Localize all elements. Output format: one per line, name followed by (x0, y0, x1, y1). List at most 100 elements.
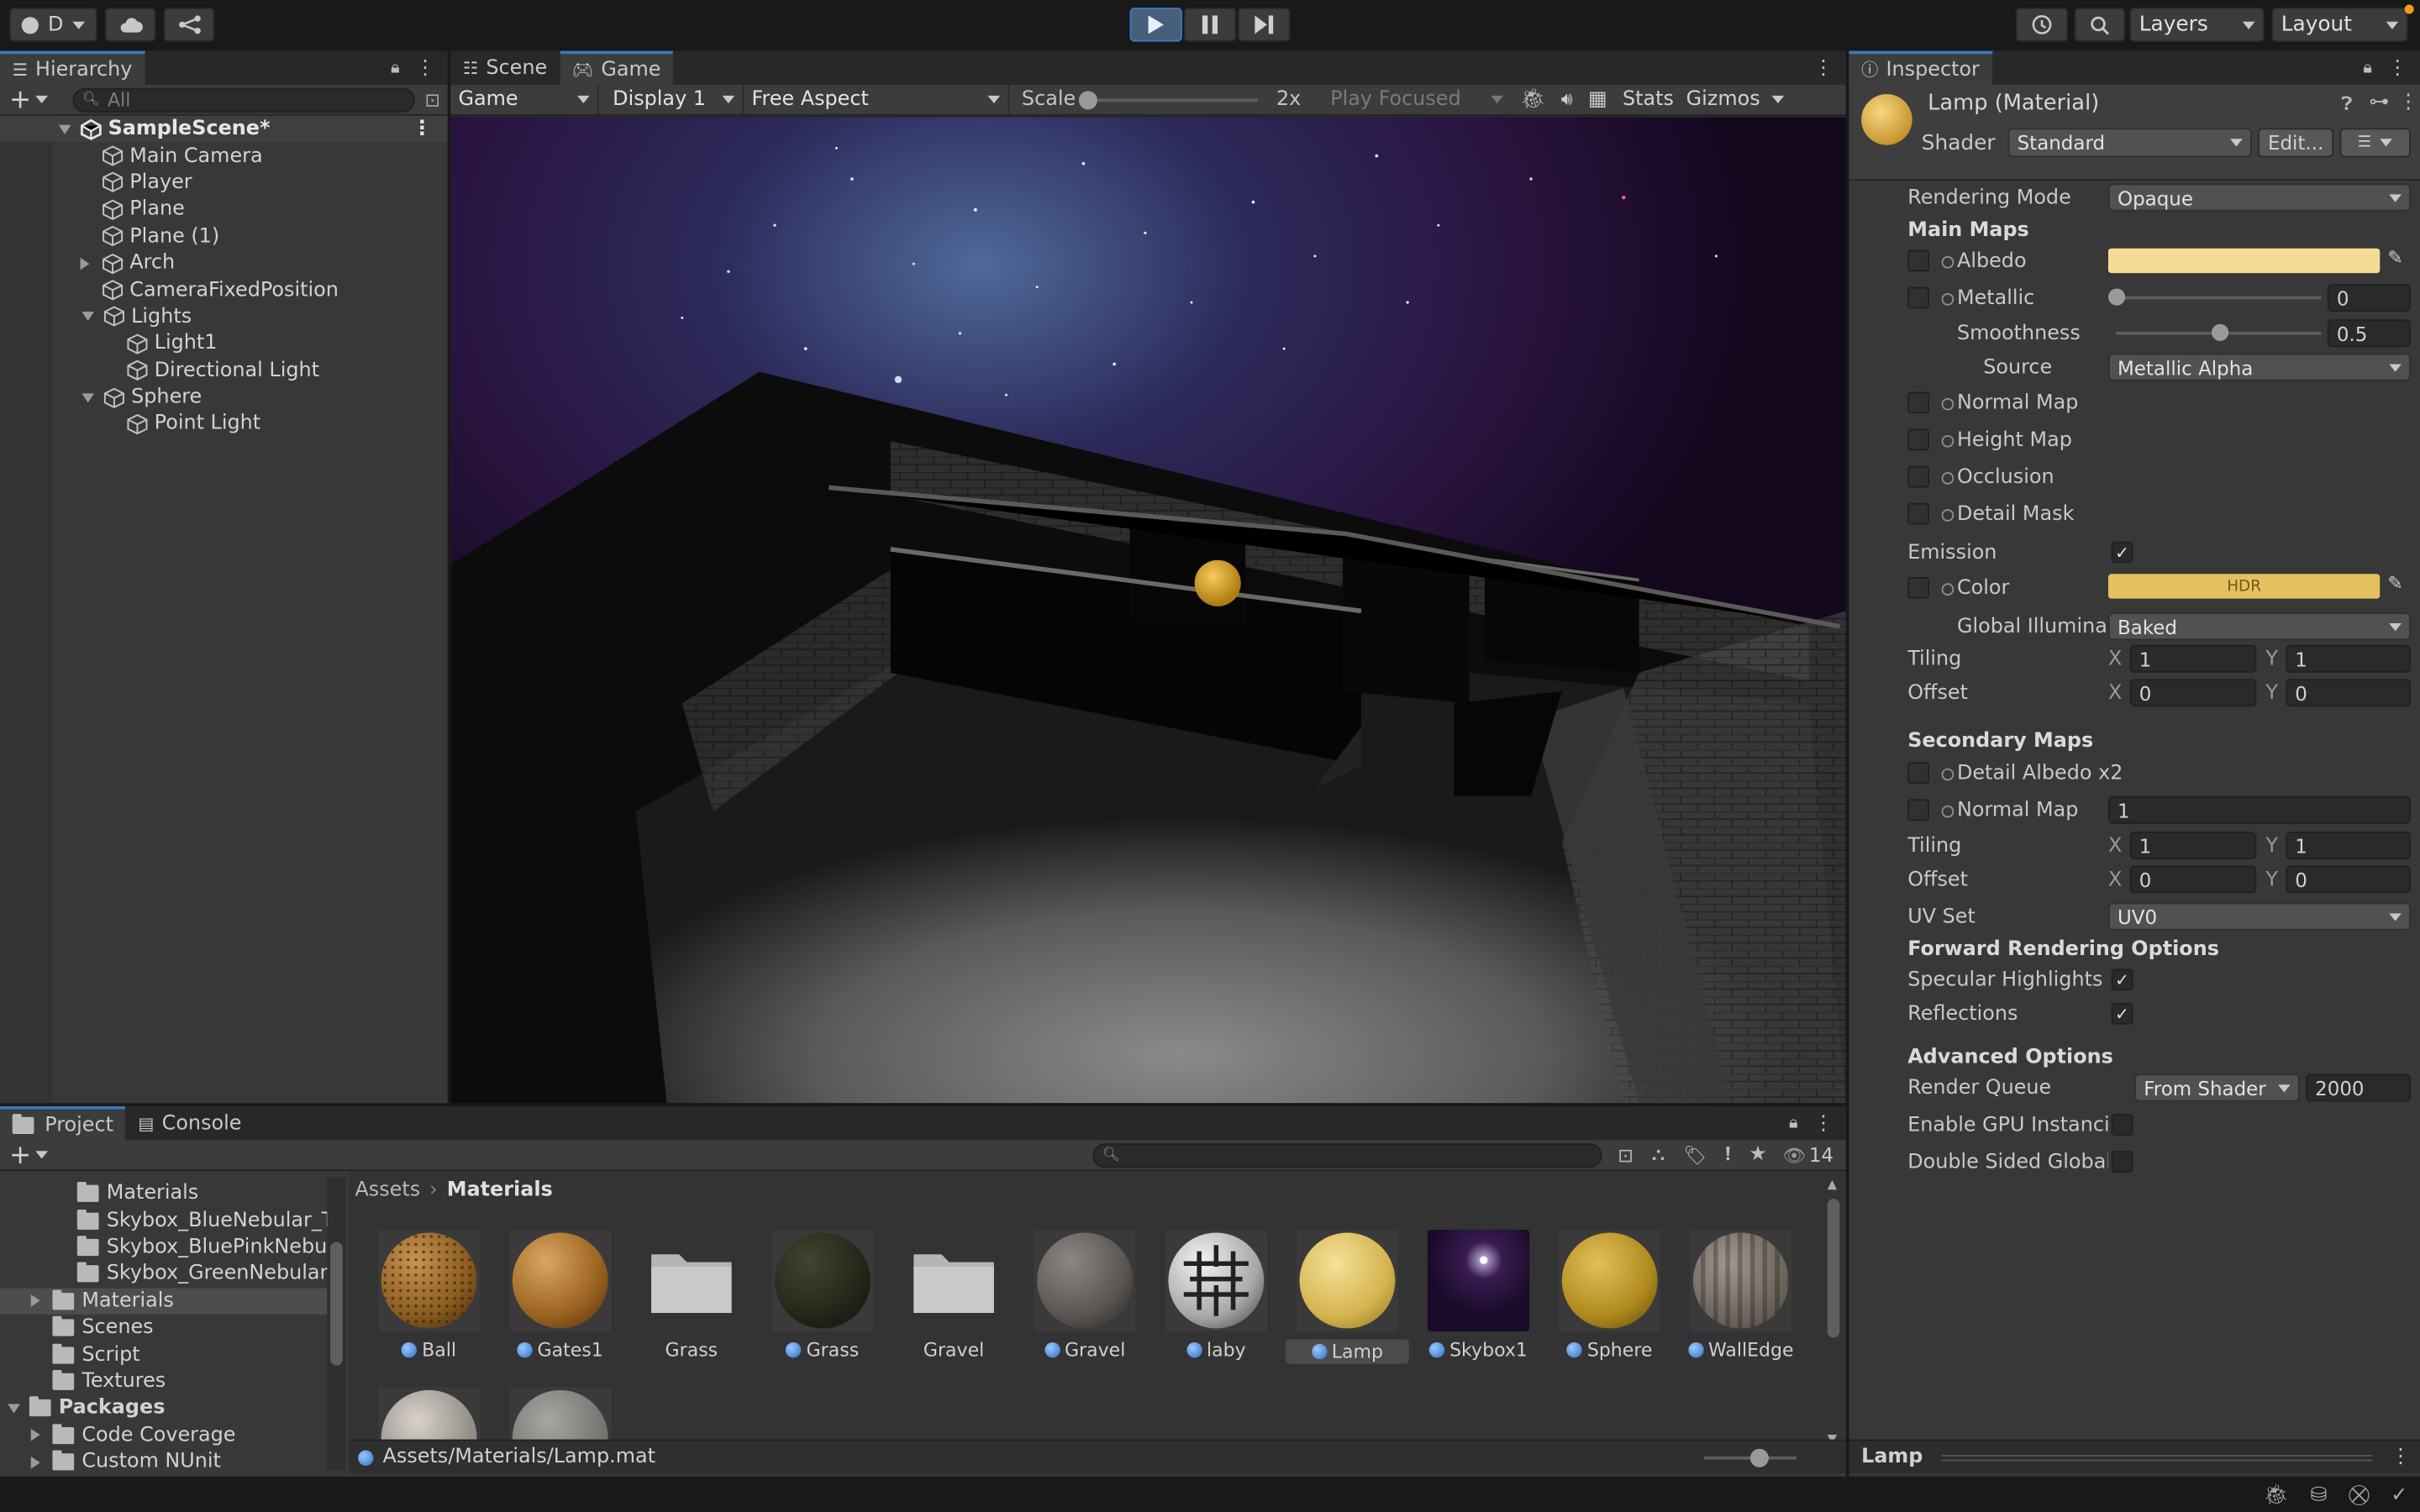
create-button[interactable]: + (9, 1142, 31, 1168)
metallic-slider[interactable] (2107, 288, 2322, 307)
tree-item-code-coverage[interactable]: Code Coverage (0, 1422, 327, 1449)
tree-item-textures[interactable]: Textures (0, 1368, 327, 1395)
tree-scrollbar-thumb[interactable] (330, 1242, 343, 1366)
metallic-value-field[interactable]: 0 (2327, 283, 2411, 312)
emission-color-swatch[interactable]: HDR (2107, 574, 2381, 599)
specular-highlights-checkbox[interactable]: ✓ (2111, 969, 2133, 991)
asset-gates1[interactable]: Gates1 (506, 1229, 614, 1361)
expand-arrow-icon[interactable] (82, 312, 95, 322)
occlusion-texture-slot[interactable] (1907, 465, 1929, 488)
hierarchy-item-plane[interactable]: Plane (0, 197, 448, 223)
reflections-checkbox[interactable]: ✓ (2111, 1002, 2133, 1025)
render-queue-value-field[interactable]: 2000 (2306, 1074, 2411, 1102)
tree-item-scenes[interactable]: Scenes (0, 1315, 327, 1341)
smoothness-slider-knob[interactable] (2211, 323, 2228, 341)
tree-scrollbar[interactable] (327, 1177, 346, 1471)
tab-console[interactable]: ▤ Console (126, 1106, 254, 1140)
hierarchy-search-input[interactable]: 🔍︎ All (72, 87, 416, 113)
asset-scrollbar[interactable]: ▲ ▼ (1824, 1177, 1843, 1446)
height-map-texture-slot[interactable] (1907, 428, 1929, 451)
eyedropper-icon[interactable]: ✎ (2387, 572, 2402, 594)
pause-button[interactable] (1183, 8, 1237, 42)
smoothness-value-field[interactable]: 0.5 (2327, 319, 2411, 348)
more-menu-icon[interactable]: ⋮ (412, 118, 432, 141)
detail-mask-texture-slot[interactable] (1907, 502, 1929, 525)
tree-item-skybox-bluepink[interactable]: Skybox_BluePinkNebul (0, 1234, 327, 1261)
shader-options-button[interactable]: ☰ (2339, 128, 2411, 158)
hidden-packages-icon[interactable]: 👁︎ (1782, 1144, 1806, 1166)
more-menu-icon[interactable]: ⋮ (415, 56, 435, 80)
collab-button[interactable] (163, 8, 215, 42)
sec-tiling-x-field[interactable]: 1 (2129, 832, 2257, 860)
cloud-button[interactable] (104, 8, 156, 42)
normal-map-texture-slot[interactable] (1907, 391, 1929, 414)
hierarchy-item-main-camera[interactable]: Main Camera (0, 143, 448, 170)
tab-game[interactable]: 🎮︎ Game (559, 50, 674, 86)
chevron-down-icon[interactable] (35, 95, 49, 104)
lock-icon[interactable]: 🔒︎ (2363, 57, 2372, 79)
game-viewport[interactable] (450, 117, 1846, 1104)
asset-walledge[interactable]: WallEdge (1687, 1229, 1796, 1361)
picker-dot-icon[interactable] (1941, 396, 1954, 410)
detail-albedo-texture-slot[interactable] (1907, 762, 1929, 785)
gizmos-button[interactable]: Gizmos (1686, 88, 1760, 112)
expand-arrow-icon[interactable] (30, 1294, 40, 1308)
expand-arrow-icon[interactable] (58, 124, 71, 134)
main-offset-y-field[interactable]: 0 (2286, 679, 2411, 707)
favorite-star-icon[interactable]: ★ (1749, 1143, 1766, 1167)
emission-texture-slot[interactable] (1907, 576, 1929, 599)
lock-icon[interactable]: 🔒︎ (1789, 1112, 1798, 1134)
sec-tiling-y-field[interactable]: 1 (2286, 832, 2411, 860)
chevron-down-icon[interactable] (35, 1151, 49, 1159)
add-button[interactable]: + (9, 87, 31, 113)
layers-dropdown[interactable]: Layers (2129, 8, 2265, 42)
picker-dot-icon[interactable] (1941, 582, 1954, 596)
tree-item-materials-sub[interactable]: Materials (0, 1180, 327, 1207)
grid-icon[interactable]: ▦ (1588, 88, 1607, 112)
hierarchy-item-arch[interactable]: Arch (0, 249, 448, 276)
account-dropdown[interactable]: D (9, 8, 97, 42)
lock-icon[interactable]: 🔒︎ (391, 57, 400, 79)
sec-offset-y-field[interactable]: 0 (2286, 865, 2411, 894)
render-queue-mode-dropdown[interactable]: From Shader (2134, 1074, 2300, 1102)
expand-arrow-icon[interactable] (82, 392, 95, 402)
undo-history-button[interactable] (2015, 8, 2069, 42)
edit-shader-button[interactable]: Edit... (2258, 128, 2334, 158)
cache-server-icon[interactable]: ⛒ (2349, 1483, 2369, 1507)
asset-skybox1[interactable]: Skybox1 (1424, 1229, 1533, 1361)
picker-dot-icon[interactable] (1941, 767, 1954, 780)
sec-offset-x-field[interactable]: 0 (2129, 865, 2257, 894)
picker-dot-icon[interactable] (1941, 471, 1954, 484)
main-offset-x-field[interactable]: 0 (2129, 679, 2257, 707)
more-menu-icon[interactable]: ⋮ (2391, 1446, 2411, 1469)
asset-laby[interactable]: laby (1162, 1229, 1270, 1361)
hierarchy-item-point-light[interactable]: Point Light (0, 411, 448, 438)
asset-sphere[interactable]: Sphere (1555, 1229, 1664, 1361)
smoothness-slider[interactable] (2108, 323, 2322, 343)
help-icon[interactable]: ❓︎ (2341, 92, 2352, 116)
emission-checkbox[interactable]: ✓ (2111, 541, 2133, 564)
expand-arrow-icon[interactable] (80, 257, 90, 270)
expand-arrow-icon[interactable] (30, 1429, 40, 1441)
debug-mode-icon[interactable]: 🐞︎ (2263, 1483, 2288, 1507)
hierarchy-item-camera-fixed-position[interactable]: CameraFixedPosition (0, 276, 448, 303)
metallic-slider-knob[interactable] (2107, 288, 2126, 306)
shader-dropdown[interactable]: Standard (2007, 128, 2252, 158)
display-dropdown[interactable]: Display 1 (605, 85, 744, 114)
tree-item-script[interactable]: Script (0, 1341, 327, 1368)
thumbnail-size-knob[interactable] (1749, 1447, 1769, 1467)
warning-filter-icon[interactable]: ❗︎ (1725, 1143, 1730, 1167)
expand-arrow-icon[interactable] (30, 1456, 40, 1468)
tree-item-custom-nunit[interactable]: Custom NUnit (0, 1449, 327, 1473)
scale-slider[interactable] (1078, 90, 1258, 109)
search-by-label-icon[interactable]: ⛬ (1652, 1143, 1665, 1167)
albedo-color-swatch[interactable] (2107, 248, 2381, 274)
asset-grass[interactable]: Grass (769, 1229, 877, 1361)
play-button[interactable] (1129, 8, 1182, 42)
filter-icon[interactable]: ⊡ (425, 89, 440, 111)
layout-dropdown[interactable]: Layout (2271, 8, 2408, 42)
main-tiling-y-field[interactable]: 1 (2286, 644, 2411, 673)
more-menu-icon[interactable]: ⋮ (1813, 56, 1833, 80)
hierarchy-item-player[interactable]: Player (0, 170, 448, 197)
hierarchy-item-directional-light[interactable]: Directional Light (0, 357, 448, 384)
